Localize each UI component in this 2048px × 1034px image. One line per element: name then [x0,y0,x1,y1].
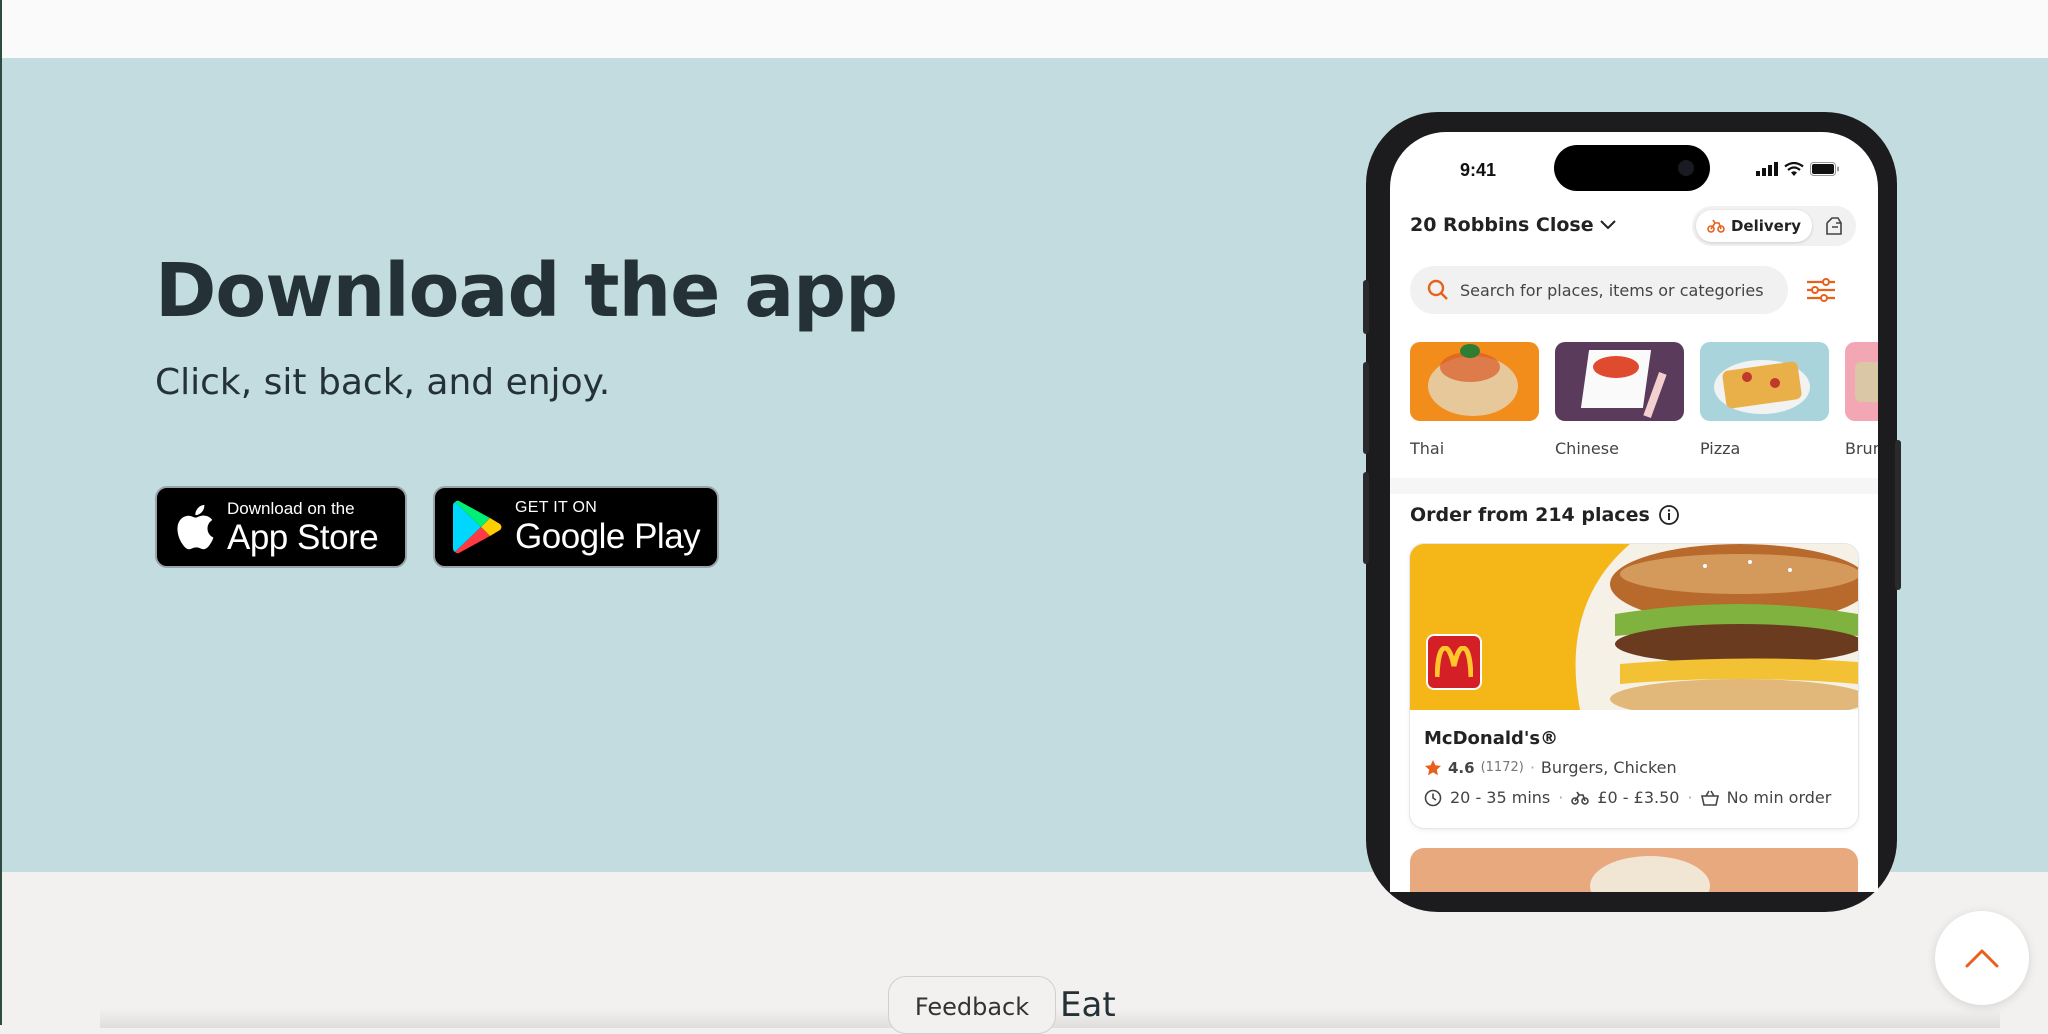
chevron-down-icon [1599,220,1616,230]
phone-side-button [1363,472,1369,564]
chinese-food-image [1555,342,1684,421]
cuisine-label: Burgers, Chicken [1540,758,1677,777]
star-icon [1425,759,1441,775]
app-store-big-label: App Store [227,517,379,557]
phone-side-button [1895,440,1901,590]
status-icons [1756,162,1840,176]
restaurant-name: McDonald's® [1424,728,1559,749]
search-input[interactable]: Search for places, items or categories [1410,266,1788,314]
category-label: Brun [1845,439,1878,458]
pizza-food-image [1700,342,1829,421]
bike-icon [1571,791,1590,805]
address-label: 20 Robbins Close [1410,214,1594,236]
min-order: No min order [1726,788,1832,807]
order-count-label: Order from 214 places [1410,504,1650,526]
wifi-icon [1784,162,1804,176]
app-store-small-label: Download on the [227,498,355,518]
pickup-bag-icon[interactable] [1824,216,1844,236]
bike-icon [1707,219,1725,233]
category-label: Thai [1410,439,1445,458]
scroll-to-top-button[interactable] [1935,911,2029,1005]
restaurant-banner [1410,544,1858,710]
google-play-small-label: GET IT ON [515,499,598,516]
category-carousel: Thai Chinese Pizza Brun [1410,342,1878,458]
app-store-button[interactable]: Download on the App Store [155,486,407,568]
order-count-title: Order from 214 places [1410,504,1680,526]
section-divider [1390,478,1878,494]
thai-food-image [1410,342,1539,421]
feedback-button[interactable]: Feedback [888,976,1056,1034]
restaurant-card[interactable]: McDonald's® 4.6 (1172) · Burgers, Chicke… [1410,544,1858,828]
section-subheading: Click, sit back, and enjoy. [155,362,611,403]
category-brunch[interactable]: Brun [1845,342,1878,458]
delivery-time: 20 - 35 mins [1450,788,1551,807]
category-pizza[interactable]: Pizza [1700,342,1829,458]
top-bar [0,0,2048,58]
google-play-button[interactable]: GET IT ON Google Play [433,486,719,568]
info-icon[interactable] [1658,504,1680,526]
partial-footer-heading: Eat [1060,985,1116,1025]
battery-icon [1810,162,1839,176]
basket-icon [1700,790,1719,806]
chevron-up-icon [1965,949,1999,968]
category-label: Pizza [1700,439,1741,458]
google-play-big-label: Google Play [515,517,701,556]
category-thai[interactable]: Thai [1410,342,1539,458]
phone-side-button [1363,280,1369,334]
delivery-mode-toggle[interactable]: Delivery [1692,206,1856,246]
clock-icon [1424,789,1442,806]
search-icon [1426,278,1450,302]
signal-icon [1756,162,1778,176]
delivery-label: Delivery [1730,217,1802,235]
phone-screen: 9:41 20 Robbins Close Delivery Search fo… [1390,132,1878,892]
delivery-address[interactable]: 20 Robbins Close [1410,214,1616,236]
review-count: (1172) [1480,760,1524,775]
restaurant-card-next[interactable] [1410,848,1858,892]
category-label: Chinese [1555,439,1619,458]
category-chinese[interactable]: Chinese [1555,342,1684,458]
apple-icon [175,504,215,550]
dynamic-island [1554,145,1710,191]
mcdonalds-logo [1426,634,1482,690]
google-play-icon [453,500,503,554]
delivery-option[interactable]: Delivery [1696,210,1812,242]
section-heading: Download the app [155,248,898,334]
status-time: 9:41 [1460,160,1497,180]
delivery-fee: £0 - £3.50 [1597,788,1680,807]
rating-value: 4.6 [1448,758,1475,777]
restaurant-delivery-row: 20 - 35 mins · £0 - £3.50 · No min order [1424,788,1831,807]
filter-icon[interactable] [1806,276,1836,304]
brunch-food-image [1845,342,1878,421]
restaurant-rating-row: 4.6 (1172) · Burgers, Chicken [1424,758,1677,777]
phone-side-button [1363,362,1369,454]
search-placeholder: Search for places, items or categories [1460,280,1764,300]
window-edge [0,0,2,1025]
